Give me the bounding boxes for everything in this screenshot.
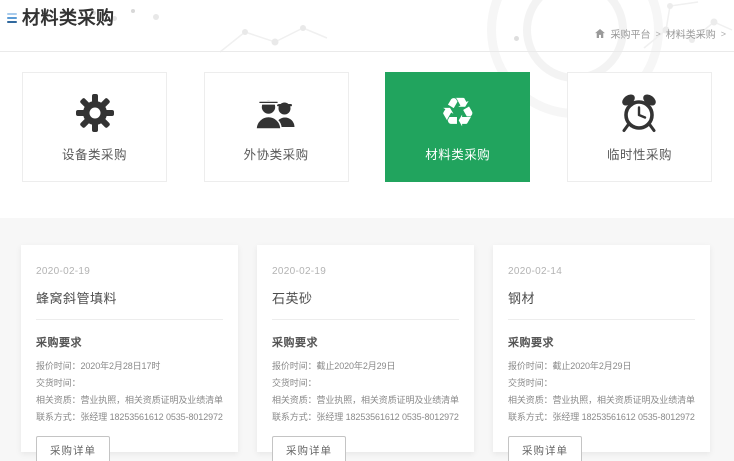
recycle-icon: ♻ xyxy=(440,91,476,135)
breadcrumb: 采购平台 > 材料类采购 > xyxy=(595,26,726,41)
requirements-label: 采购要求 xyxy=(36,334,223,350)
detail-line: 交货时间： xyxy=(508,375,695,392)
listing-date: 2020-02-19 xyxy=(272,266,459,277)
divider xyxy=(272,319,459,320)
detail-line: 报价时间：截止2020年2月29日 xyxy=(508,358,695,375)
detail-line: 交货时间： xyxy=(36,375,223,392)
listing-card: 2020-02-19 石英砂 采购要求 报价时间：截止2020年2月29日 交货… xyxy=(257,245,474,452)
category-label: 临时性采购 xyxy=(607,144,672,163)
listing-card: 2020-02-14 钢材 采购要求 报价时间：截止2020年2月29日 交货时… xyxy=(493,245,710,452)
category-card-equipment[interactable]: 设备类采购 xyxy=(22,72,167,182)
purchase-detail-button[interactable]: 采购详单 xyxy=(272,436,346,461)
category-card-materials[interactable]: ♻ 材料类采购 xyxy=(385,72,530,182)
divider xyxy=(508,319,695,320)
detail-line: 联系方式：张经理 18253561612 0535-8012972 xyxy=(272,409,459,426)
category-label: 外协类采购 xyxy=(244,144,309,163)
list-bars-icon xyxy=(7,13,17,23)
workers-icon xyxy=(253,91,299,135)
listing-title: 蜂窝斜管填料 xyxy=(36,288,223,307)
breadcrumb-current[interactable]: 材料类采购 xyxy=(666,26,716,41)
breadcrumb-separator: > xyxy=(655,29,660,39)
listing-title: 钢材 xyxy=(508,288,695,307)
listings-section: 2020-02-19 蜂窝斜管填料 采购要求 报价时间：2020年2月28日17… xyxy=(0,218,734,461)
detail-line: 联系方式：张经理 18253561612 0535-8012972 xyxy=(508,409,695,426)
requirements-label: 采购要求 xyxy=(508,334,695,350)
detail-line: 相关资质：营业执照，相关资质证明及业绩清单等 xyxy=(36,392,223,409)
detail-line: 交货时间： xyxy=(272,375,459,392)
breadcrumb-home[interactable]: 采购平台 xyxy=(610,26,650,41)
page-title: 材料类采购 xyxy=(22,4,115,30)
detail-line: 相关资质：营业执照，相关资质证明及业绩清单等 xyxy=(508,392,695,409)
category-card-outsourcing[interactable]: 外协类采购 xyxy=(204,72,349,182)
category-card-temporary[interactable]: 临时性采购 xyxy=(567,72,712,182)
detail-line: 相关资质：营业执照，相关资质证明及业绩清单等 xyxy=(272,392,459,409)
detail-line: 报价时间：2020年2月28日17时 xyxy=(36,358,223,375)
listing-title: 石英砂 xyxy=(272,288,459,307)
alarm-clock-icon xyxy=(619,91,659,135)
detail-line: 报价时间：截止2020年2月29日 xyxy=(272,358,459,375)
listing-date: 2020-02-19 xyxy=(36,266,223,277)
page-header: 材料类采购 采购平台 > 材料类采购 > xyxy=(0,0,734,52)
purchase-detail-button[interactable]: 采购详单 xyxy=(508,436,582,461)
page-title-wrap: 材料类采购 xyxy=(7,4,115,30)
requirements-label: 采购要求 xyxy=(272,334,459,350)
detail-line: 联系方式：张经理 18253561612 0535-8012972 xyxy=(36,409,223,426)
breadcrumb-separator: > xyxy=(721,29,726,39)
listing-details: 报价时间：截止2020年2月29日 交货时间： 相关资质：营业执照，相关资质证明… xyxy=(508,358,695,426)
home-icon xyxy=(595,29,605,38)
listing-details: 报价时间：2020年2月28日17时 交货时间： 相关资质：营业执照，相关资质证… xyxy=(36,358,223,426)
listing-card: 2020-02-19 蜂窝斜管填料 采购要求 报价时间：2020年2月28日17… xyxy=(21,245,238,452)
category-label: 材料类采购 xyxy=(425,144,490,163)
listing-details: 报价时间：截止2020年2月29日 交货时间： 相关资质：营业执照，相关资质证明… xyxy=(272,358,459,426)
category-label: 设备类采购 xyxy=(62,144,127,163)
top-section: 材料类采购 采购平台 > 材料类采购 > xyxy=(0,0,734,218)
divider xyxy=(36,319,223,320)
category-row: 设备类采购 外协类采购 xyxy=(22,72,712,182)
purchase-detail-button[interactable]: 采购详单 xyxy=(36,436,110,461)
listing-date: 2020-02-14 xyxy=(508,266,695,277)
gear-icon xyxy=(74,91,116,135)
